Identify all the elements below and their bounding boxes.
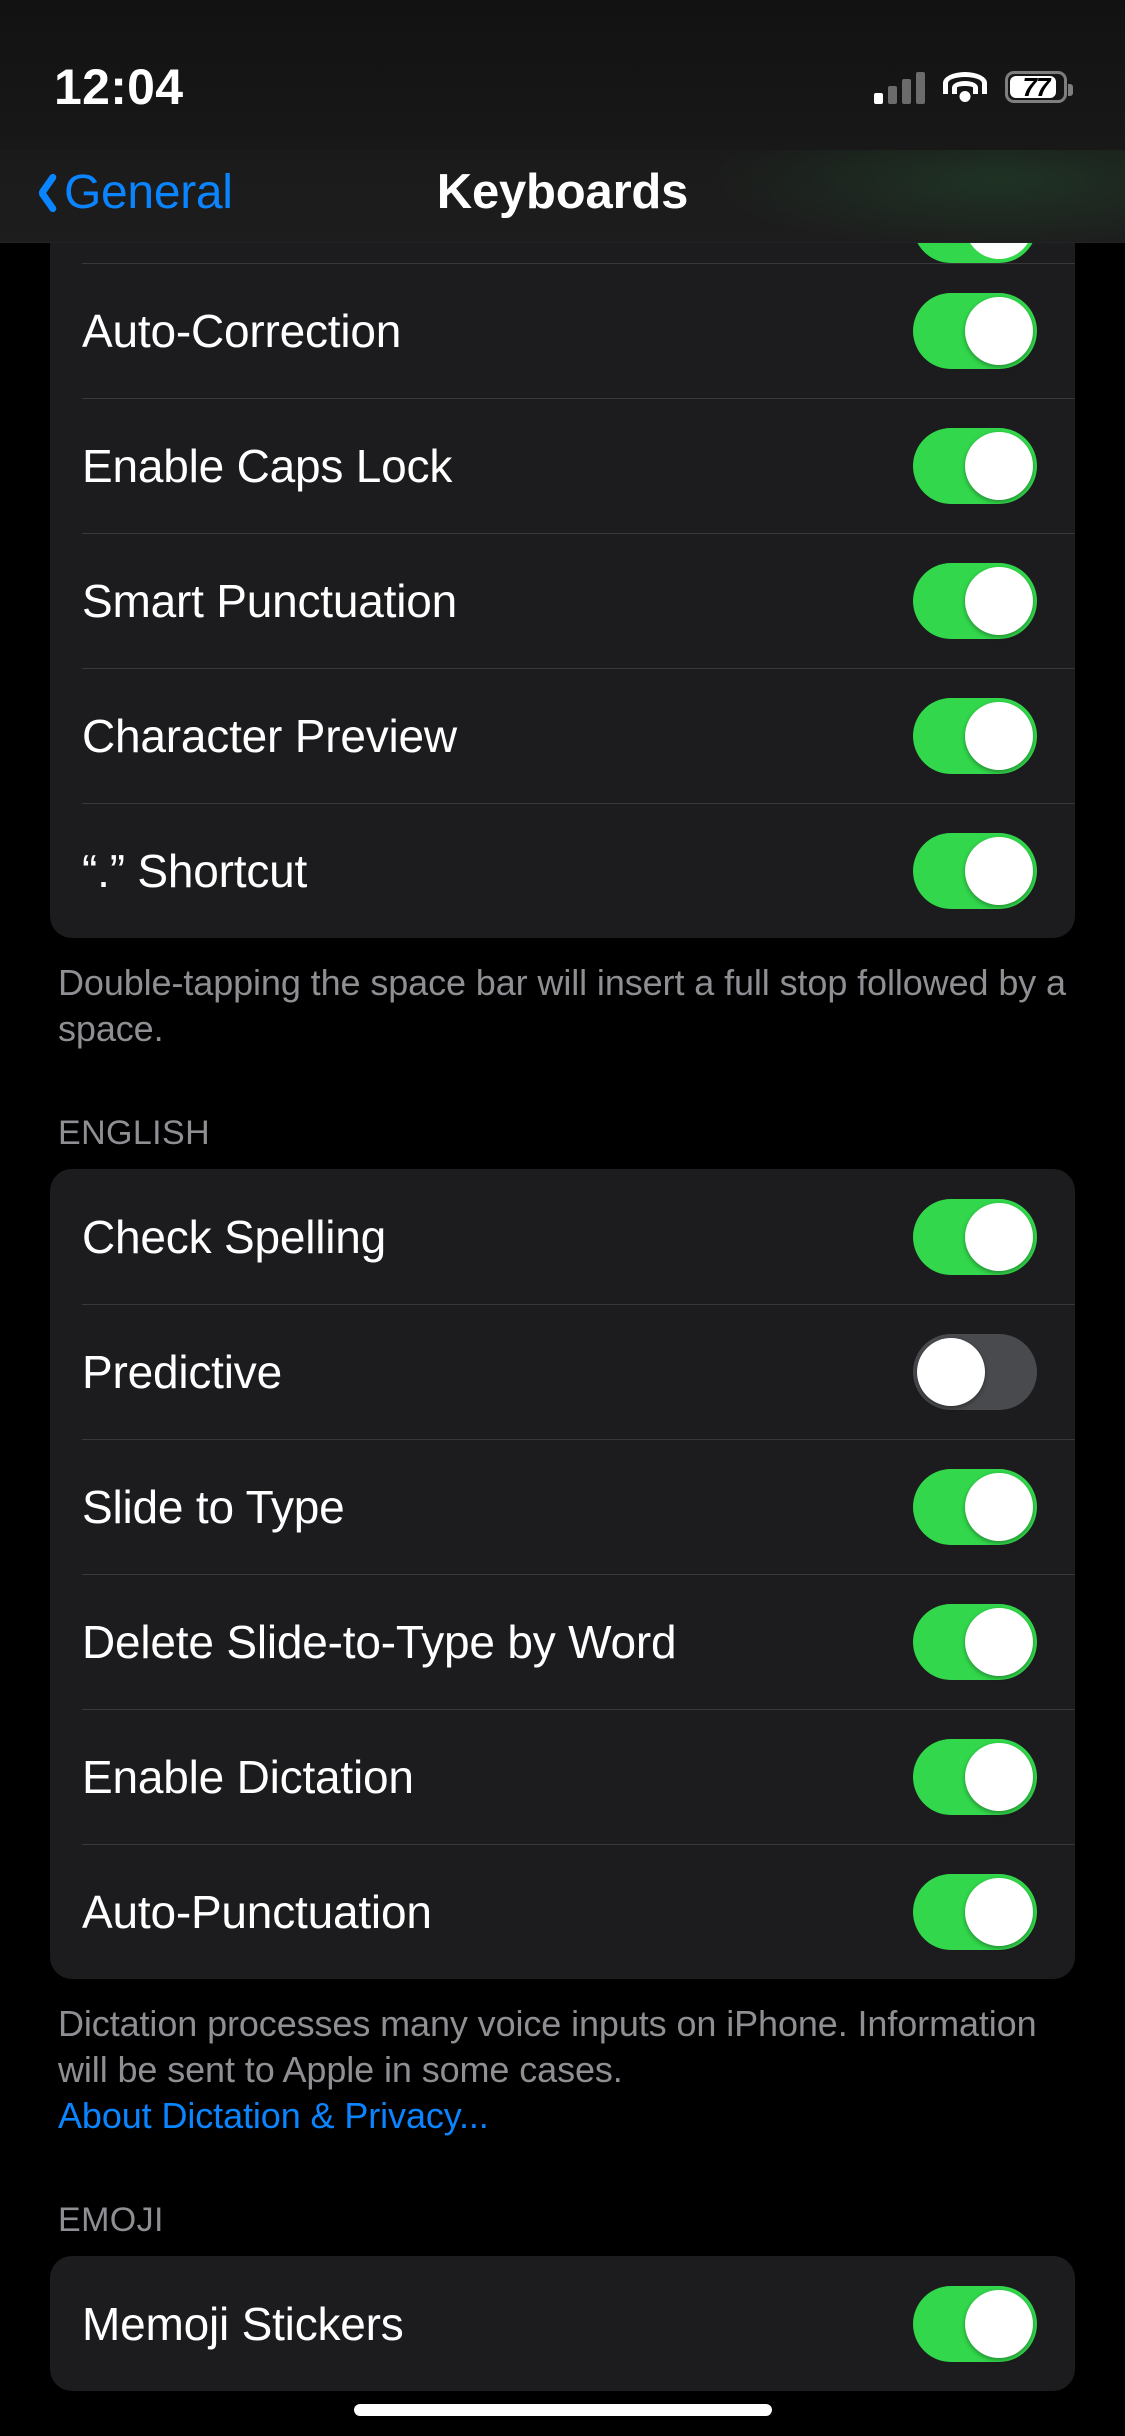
footer-dictation-body: Dictation processes many voice inputs on… [58, 2003, 1037, 2091]
toggle-character-preview[interactable] [913, 697, 1037, 774]
iphone-screen: Auto-Correction Enable Caps Lock Smart P… [0, 0, 1125, 2436]
toggle-knob [965, 1202, 1033, 1271]
toggle-auto-punctuation[interactable] [913, 1873, 1037, 1950]
battery-icon: 77 [1005, 71, 1073, 103]
row-label: Character Preview [82, 709, 457, 762]
table-row-delete-slide-to-type-by-word[interactable]: Delete Slide-to-Type by Word [50, 1574, 1075, 1709]
toggle-knob [965, 1607, 1033, 1676]
table-row-character-preview[interactable]: Character Preview [50, 668, 1075, 803]
battery-percent-label: 77 [1022, 71, 1051, 102]
row-label: Memoji Stickers [82, 2297, 404, 2350]
page-title: Keyboards [436, 165, 689, 219]
row-label: Check Spelling [82, 1210, 387, 1263]
section-header-english: ENGLISH [58, 1114, 211, 1153]
toggle-smart-punctuation[interactable] [913, 562, 1037, 639]
home-indicator[interactable] [353, 2404, 772, 2416]
table-row-enable-caps-lock[interactable]: Enable Caps Lock [50, 398, 1075, 533]
toggle-knob [965, 1472, 1033, 1541]
row-label: Enable Dictation [82, 1750, 414, 1803]
table-row-memoji-stickers[interactable]: Memoji Stickers [50, 2256, 1075, 2391]
section-header-emoji: EMOJI [58, 2201, 164, 2240]
toggle-enable-dictation[interactable] [913, 1738, 1037, 1815]
wifi-icon [943, 70, 987, 104]
footer-text-space-bar: Double-tapping the space bar will insert… [58, 962, 1066, 1050]
toggle-predictive[interactable] [913, 1333, 1037, 1410]
toggle-knob [965, 2289, 1033, 2358]
table-row-enable-dictation[interactable]: Enable Dictation [50, 1709, 1075, 1844]
settings-group-emoji: Memoji Stickers [50, 2256, 1075, 2392]
toggle-knob [965, 1742, 1033, 1811]
row-label: Smart Punctuation [82, 574, 458, 627]
settings-scroll-view[interactable]: Auto-Correction Enable Caps Lock Smart P… [0, 243, 1125, 2436]
toggle-knob [965, 431, 1033, 500]
status-bar-clock: 12:04 [54, 59, 184, 115]
row-label: Slide to Type [82, 1480, 345, 1533]
table-row-period-shortcut[interactable]: “.” Shortcut [50, 803, 1075, 938]
table-row-predictive[interactable]: Predictive [50, 1304, 1075, 1439]
row-label: Predictive [82, 1345, 282, 1398]
cellular-signal-icon [874, 70, 925, 104]
footer-text-dictation: Dictation processes many voice inputs on… [0, 1979, 1125, 2139]
settings-group-english: Check Spelling Predictive Slide to Type … [50, 1169, 1075, 1980]
table-row-auto-correction[interactable]: Auto-Correction [50, 263, 1075, 398]
toggle-knob [917, 1337, 985, 1406]
toggle-enable-caps-lock[interactable] [913, 427, 1037, 504]
toggle-memoji-stickers[interactable] [913, 2285, 1037, 2362]
row-label: Delete Slide-to-Type by Word [82, 1615, 677, 1668]
row-label: Auto-Punctuation [82, 1885, 432, 1938]
toggle-delete-slide-to-type-by-word[interactable] [913, 1603, 1037, 1680]
toggle-period-shortcut[interactable] [913, 832, 1037, 909]
row-label: Auto-Correction [82, 304, 402, 357]
toggle-auto-correction[interactable] [913, 292, 1037, 369]
toggle-knob [965, 296, 1033, 365]
settings-group-all-keyboards: Auto-Correction Enable Caps Lock Smart P… [50, 243, 1075, 938]
row-label: Enable Caps Lock [82, 439, 453, 492]
status-bar: 12:04 77 [0, 0, 1125, 150]
table-row-check-spelling[interactable]: Check Spelling [50, 1169, 1075, 1304]
table-row-smart-punctuation[interactable]: Smart Punctuation [50, 533, 1075, 668]
table-row-slide-to-type[interactable]: Slide to Type [50, 1439, 1075, 1574]
status-bar-indicators: 77 [874, 46, 1073, 104]
toggle-slide-to-type[interactable] [913, 1468, 1037, 1545]
toggle-knob [965, 836, 1033, 905]
toggle-knob [965, 566, 1033, 635]
table-row-auto-punctuation[interactable]: Auto-Punctuation [50, 1844, 1075, 1979]
about-dictation-privacy-link[interactable]: About Dictation & Privacy... [58, 2095, 489, 2136]
row-label: “.” Shortcut [82, 844, 308, 897]
toggle-knob [965, 1877, 1033, 1946]
toggle-knob [965, 701, 1033, 770]
toggle-check-spelling[interactable] [913, 1198, 1037, 1275]
